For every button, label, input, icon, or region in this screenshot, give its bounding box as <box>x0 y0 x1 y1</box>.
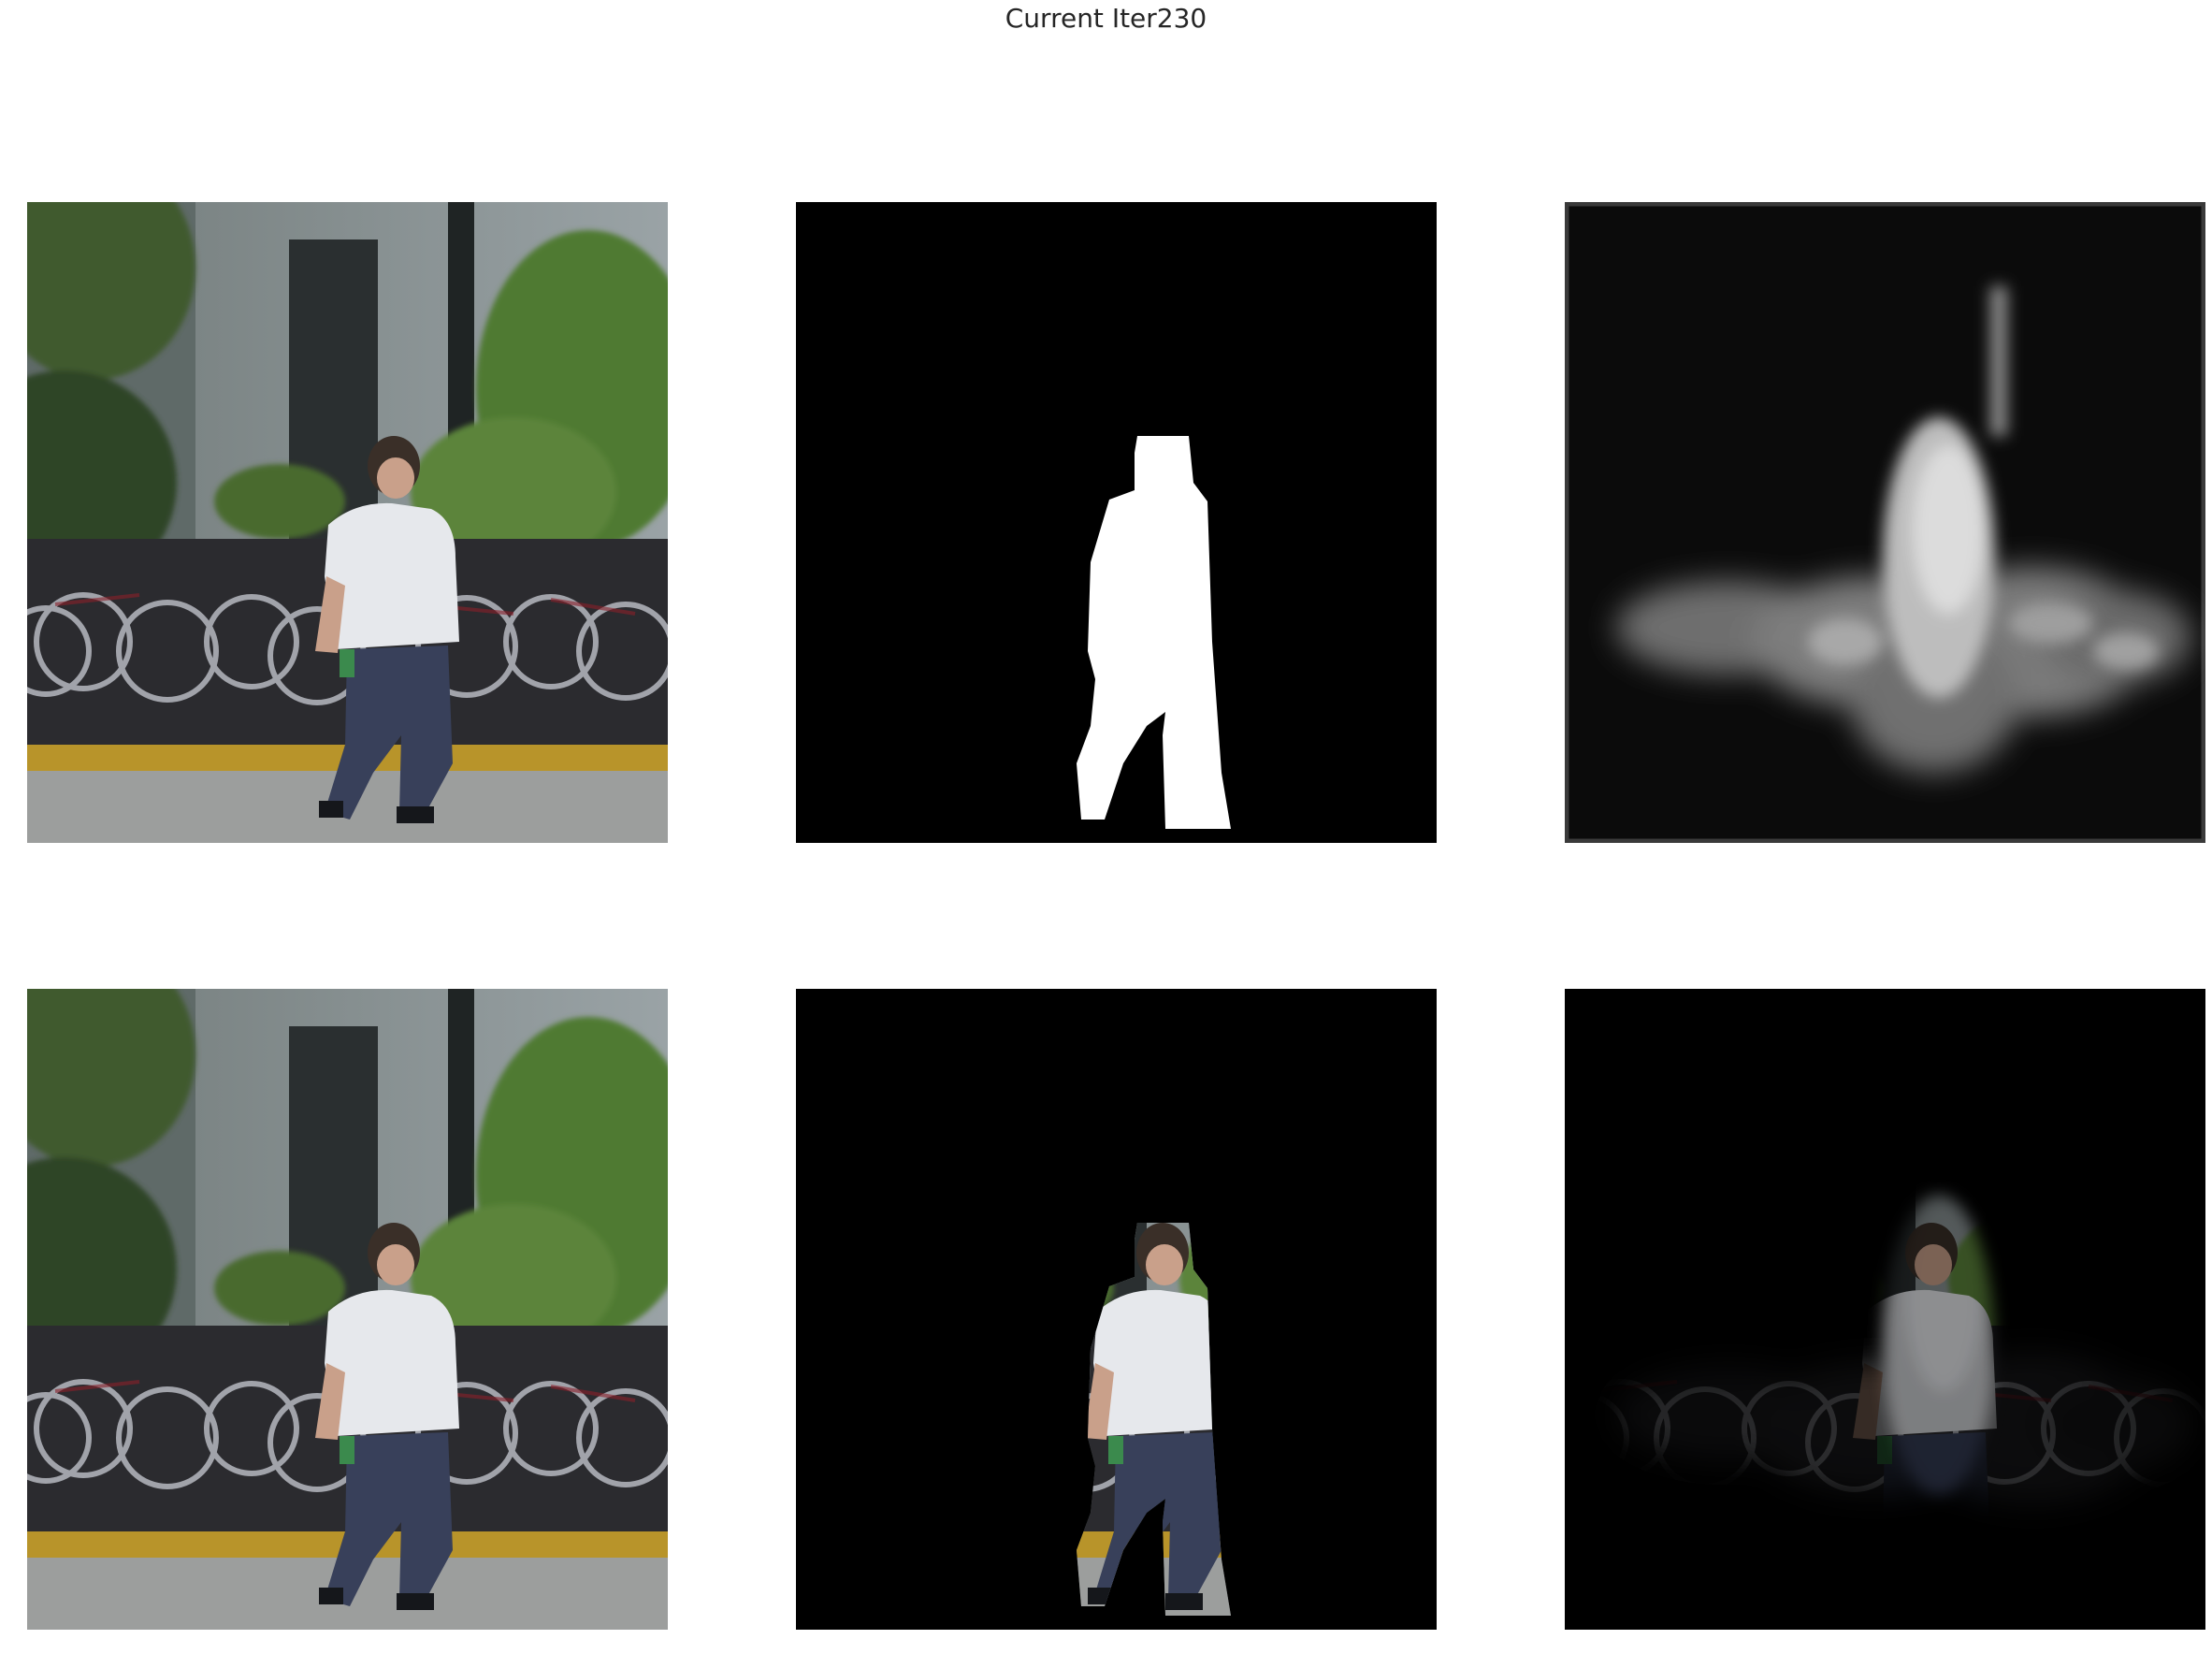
input-photo <box>27 202 668 843</box>
figure-title: Current Iter230 <box>1005 3 1207 34</box>
predicted-saliency-map <box>1565 202 2205 843</box>
prediction-map-panel <box>1565 202 2205 843</box>
masked-prediction-panel <box>1565 989 2205 1630</box>
masked-ground-truth-panel <box>796 989 1437 1630</box>
ground-truth-mask-panel <box>796 202 1437 843</box>
input-image-panel <box>27 202 668 843</box>
masked-photo-prediction <box>1565 989 2205 1630</box>
input-photo-2 <box>27 989 668 1630</box>
input-image-panel-2 <box>27 989 668 1630</box>
masked-photo-ground-truth <box>796 989 1437 1630</box>
ground-truth-mask <box>796 202 1437 843</box>
